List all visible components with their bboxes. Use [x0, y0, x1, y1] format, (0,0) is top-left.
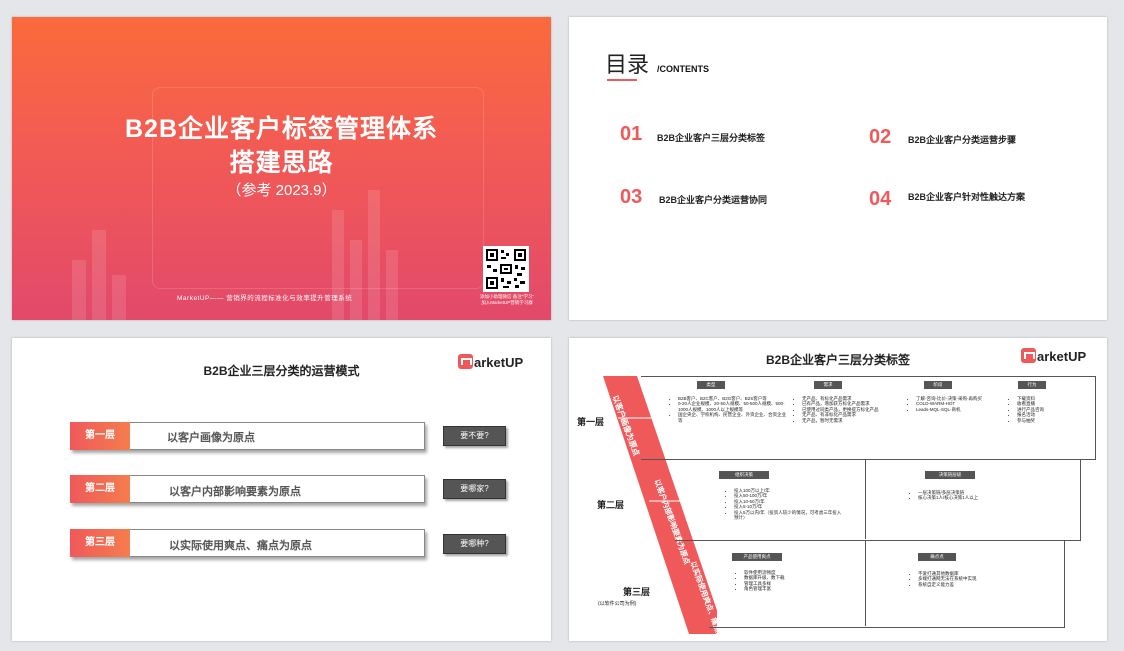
tag-list: 一层决策链/多层决策链 核心决策1人/核心决策1人以上 — [911, 490, 1041, 501]
divider — [865, 459, 866, 539]
column-header: 组织决策 — [719, 471, 769, 479]
slide-three-layer-tags[interactable]: B2B企业客户三层分类标签 arketUP 以客户画像为原点 以客户内部影响要素… — [569, 338, 1107, 641]
toc-item-number: 02 — [869, 126, 892, 148]
marketup-logo-icon — [1021, 348, 1036, 363]
toc-item-number: 03 — [620, 186, 643, 208]
marketup-logo: arketUP — [1021, 348, 1086, 364]
logo-text: arketUP — [1037, 349, 1087, 364]
decor-bar — [72, 260, 86, 320]
layer-tag: 第二层 — [70, 475, 130, 503]
tag-item: 系统自定义能力差 — [918, 582, 1041, 587]
column-header: 产品使用爽点 — [732, 553, 782, 561]
tag-item: 角色管理丰富 — [744, 586, 847, 591]
tag-list: 不爱打通其他数据库 多端打通网无法在系统中实现 系统自定义能力差 — [911, 571, 1041, 587]
level-label: 第二层 — [597, 500, 625, 510]
decor-bar — [92, 230, 106, 320]
layer-text: 以客户画像为原点 — [167, 432, 255, 444]
tag-list: 了解-咨询-比价-决策-采购-再购买 COLD-WARM-HOT Leads-M… — [909, 396, 1003, 412]
column-header: 决策链层级 — [925, 471, 975, 479]
slide-cover[interactable]: B2B企业客户标签管理体系 搭建思路 （参考 2023.9） MarketUP—… — [12, 17, 551, 320]
layer-text: 以实际使用爽点、痛点为原点 — [169, 540, 312, 552]
contents-title-en: /CONTENTS — [657, 64, 710, 74]
tag-item: 参与抽奖 — [1017, 418, 1088, 423]
layer-tag: 第一层 — [70, 422, 130, 450]
marketup-logo: arketUP — [458, 354, 523, 370]
toc-item-number: 04 — [869, 188, 892, 210]
column-header: 需求 — [814, 381, 842, 389]
tag-list: 无产品、有标化产品需求 已有产品，增加获方标化产品需求 已使用过同类产品，更换提… — [795, 396, 903, 423]
cover-title-line1: B2B企业客户标签管理体系 — [124, 115, 438, 143]
layer-tag: 第三层 — [70, 529, 130, 557]
qr-caption: 添加小助理微信 备注"学习" 加入MarketUP营销学习群 — [472, 294, 542, 306]
toc-item-link[interactable]: B2B企业客户针对性触达方案 — [908, 190, 1025, 203]
column-header: 阶段 — [924, 381, 952, 389]
marketup-logo-icon — [458, 354, 473, 369]
cover-subtitle: （参考 2023.9） — [226, 182, 337, 199]
tag-item: 核心决策1人/核心决策1人以上 — [918, 495, 1041, 500]
tag-list: 下载资料 收看直播 进行产品咨询 报名活动 参与抽奖 — [1010, 396, 1088, 423]
tag-list: 投入100万以上/年 投入50-100万/年 投入10-50万/年 投入5-10… — [727, 488, 842, 520]
level-label: 第一层 — [577, 417, 605, 427]
qr-code-icon — [483, 246, 529, 292]
tag-list: B2B客户、B2C客户、B2G客户、B2S客户等 0-20人企业规模、20-50… — [671, 396, 789, 423]
column-header: 类型 — [697, 381, 725, 389]
logo-text: arketUP — [474, 355, 524, 370]
column-header: 行为 — [1018, 381, 1046, 389]
column-header: 痛点点 — [918, 553, 956, 561]
layer-text: 以客户内部影响要素为原点 — [169, 486, 301, 498]
tag-item: 国企央企、学校机构、民营企业、外资企业、合资企业等 — [678, 412, 789, 423]
tag-item: 无产品，暂时无需求 — [802, 418, 903, 423]
toc-item-link[interactable]: B2B企业客户分类运营步骤 — [908, 133, 1016, 146]
tag-item: 0-20人企业规模、20-50人规模、50-500人规模、500-1000人规模… — [678, 401, 789, 412]
question-button[interactable]: 要不要? — [443, 426, 506, 446]
divider — [865, 540, 866, 626]
contents-title: 目录 — [605, 52, 650, 77]
level-note: (以软件公司为例) — [598, 601, 637, 607]
qr-caption-line2: 加入MarketUP营销学习群 — [481, 300, 533, 305]
toc-item-number: 01 — [620, 123, 643, 145]
toc-item-link[interactable]: B2B企业客户分类运营协同 — [659, 193, 767, 206]
question-button[interactable]: 要哪种? — [443, 534, 506, 554]
cover-footer: MarketUP—— 营销界的流程标准化与效率提升管理系统 — [177, 295, 353, 302]
cover-title: B2B企业客户标签管理体系 搭建思路 — [12, 112, 551, 180]
level-label: 第三层 — [623, 587, 651, 597]
tag-item: 投入5万以内/年（投资人较少的情况，可考虑三年投入预计） — [734, 510, 842, 521]
slide-operation-model[interactable]: B2B企业三层分类的运营模式 arketUP 第一层 以客户画像为原点 要不要?… — [12, 338, 551, 641]
decor-bar — [112, 275, 126, 320]
slide-contents[interactable]: 目录 /CONTENTS 01 B2B企业客户三层分类标签 02 B2B企业客户… — [569, 17, 1107, 320]
title-underline — [607, 79, 637, 81]
tag-list: 软件使用流畅度 数据库升级、数下载 管理工具多样 角色管理丰富 — [737, 570, 847, 592]
question-button[interactable]: 要哪家? — [443, 479, 506, 499]
toc-item-link[interactable]: B2B企业客户三层分类标签 — [657, 131, 765, 144]
tag-item: Leads-MQL-SQL-商机 — [916, 407, 1003, 412]
cover-title-line2: 搭建思路 — [229, 149, 334, 177]
